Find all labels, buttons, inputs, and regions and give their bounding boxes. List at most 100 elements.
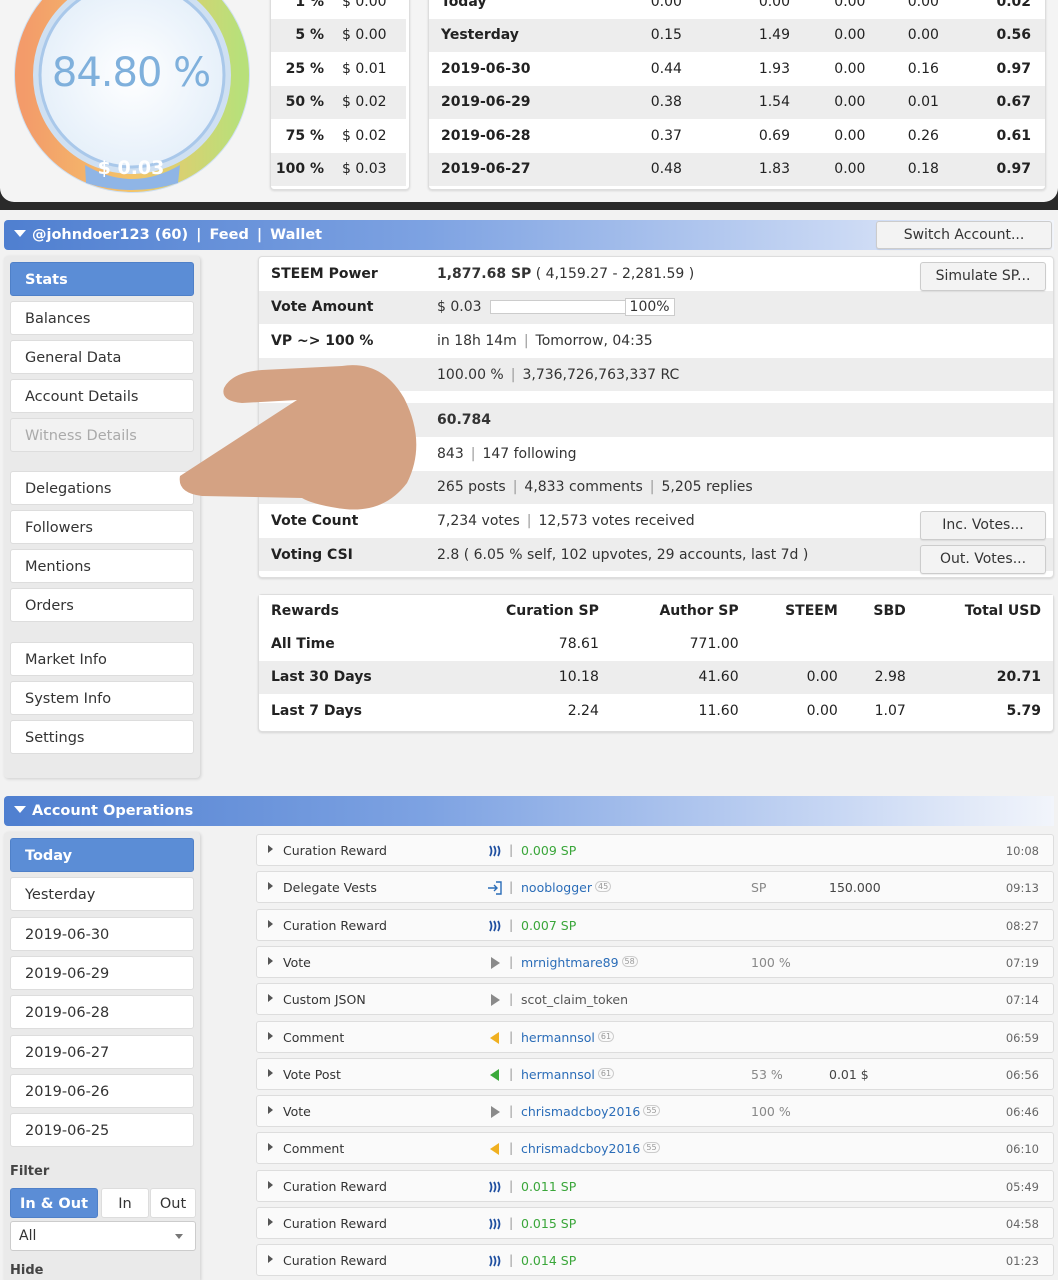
operation-time: 07:14 xyxy=(1005,993,1039,1008)
daily-total: 0.56 xyxy=(938,18,1045,52)
ops-day-2019-06-30[interactable]: 2019-06-30 xyxy=(10,916,194,951)
daily-row: 2019-06-28 0.37 0.69 0.00 0.26 0.61 xyxy=(429,119,1045,153)
expand-arrow-icon[interactable] xyxy=(268,882,273,891)
operation-row[interactable]: Vote | chrismadcboy2016 55 100 % 06:46 xyxy=(256,1095,1054,1128)
operation-row[interactable]: Curation Reward | 0.009 SP 10:08 xyxy=(256,834,1054,866)
operation-value[interactable]: hermannsol 61 xyxy=(521,1030,615,1045)
expand-arrow-icon[interactable] xyxy=(268,1106,273,1115)
daily-c3: 0.00 xyxy=(834,0,866,10)
operation-row[interactable]: Curation Reward | 0.011 SP 05:49 xyxy=(256,1169,1054,1202)
operation-value[interactable]: chrismadcboy2016 55 xyxy=(521,1141,660,1156)
wallet-link[interactable]: Wallet xyxy=(270,227,322,243)
vote-percent: 100 % xyxy=(271,152,336,186)
vote-amount-percent: 100% xyxy=(624,298,675,317)
vote-amount-slider[interactable] xyxy=(489,300,626,315)
daily-earnings-table: Today 0.00 0.00 0.00 0.00 0.02 Yesterday … xyxy=(428,0,1046,190)
ops-day-2019-06-25[interactable]: 2019-06-25 xyxy=(10,1113,194,1148)
rewards-header: STEEM xyxy=(750,595,850,627)
operation-value[interactable]: nooblogger 45 xyxy=(521,880,612,895)
rewards-cell: 10.18 xyxy=(450,660,611,694)
expand-arrow-icon[interactable] xyxy=(268,1143,273,1152)
operation-time: 09:13 xyxy=(1005,881,1039,896)
sidebar-item-mentions[interactable]: Mentions xyxy=(10,549,194,583)
inc-votes-button[interactable]: Inc. Votes... xyxy=(920,511,1046,540)
filter-in-button[interactable]: In xyxy=(101,1188,149,1218)
sp-label: STEEM Power xyxy=(271,265,378,282)
ops-day-2019-06-28[interactable]: 2019-06-28 xyxy=(10,995,194,1030)
operation-row[interactable]: Curation Reward | 0.014 SP 01:23 xyxy=(256,1244,1054,1277)
expand-arrow-icon[interactable] xyxy=(268,1255,273,1264)
rewards-header: Curation SP xyxy=(450,595,611,627)
operation-row[interactable]: Curation Reward | 0.007 SP 08:27 xyxy=(256,908,1054,941)
filter-in-out-button[interactable]: In & Out xyxy=(10,1188,98,1218)
steem-icon xyxy=(487,843,503,859)
daily-total: 0.02 xyxy=(996,0,1031,10)
operation-time: 01:23 xyxy=(1005,1254,1039,1269)
operation-value[interactable]: hermannsol 61 xyxy=(521,1067,615,1082)
sidebar-item-market-info[interactable]: Market Info xyxy=(10,642,194,676)
out-votes-button[interactable]: Out. Votes... xyxy=(920,545,1046,574)
collapse-triangle-icon[interactable] xyxy=(14,806,26,813)
feed-link[interactable]: Feed xyxy=(209,227,248,243)
operation-row[interactable]: Custom JSON | scot_claim_token 07:14 xyxy=(256,983,1054,1016)
comment-yellow-icon xyxy=(487,1030,503,1046)
switch-account-button[interactable]: Switch Account... xyxy=(876,221,1052,249)
sidebar-item-orders[interactable]: Orders xyxy=(10,588,194,622)
expand-arrow-icon[interactable] xyxy=(268,919,273,928)
sidebar-item-followers[interactable]: Followers xyxy=(10,510,194,544)
ops-day-yesterday[interactable]: Yesterday xyxy=(10,877,194,912)
sidebar-item-general-data[interactable]: General Data xyxy=(10,340,194,374)
rewards-header: SBD xyxy=(849,595,918,627)
operation-value[interactable]: mrnightmare89 58 xyxy=(521,955,638,970)
sidebar-item-account-details[interactable]: Account Details xyxy=(10,379,194,413)
operation-row[interactable]: Comment | chrismadcboy2016 55 06:10 xyxy=(256,1132,1054,1165)
expand-arrow-icon[interactable] xyxy=(268,994,273,1003)
vp-when: Tomorrow, 04:35 xyxy=(535,332,653,349)
ops-day-2019-06-27[interactable]: 2019-06-27 xyxy=(10,1034,194,1069)
expand-arrow-icon[interactable] xyxy=(268,845,273,853)
sidebar-item-balances[interactable]: Balances xyxy=(10,301,194,335)
followers-value[interactable]: 843 xyxy=(437,446,464,462)
expand-arrow-icon[interactable] xyxy=(268,956,273,965)
operation-time: 05:49 xyxy=(1005,1179,1039,1194)
sidebar-item-system-info[interactable]: System Info xyxy=(10,681,194,715)
sidebar-item-stats[interactable]: Stats xyxy=(10,262,194,296)
votes-value: 7,234 votes xyxy=(437,512,520,529)
vote-value-row: 75 % $ 0.02 xyxy=(271,119,406,153)
operation-row[interactable]: Comment | hermannsol 61 06:59 xyxy=(256,1020,1054,1053)
operation-row[interactable]: Curation Reward | 0.015 SP 04:58 xyxy=(256,1207,1054,1239)
rewards-header: Total USD xyxy=(917,595,1053,627)
daily-c1: 0.44 xyxy=(650,60,682,77)
expand-arrow-icon[interactable] xyxy=(268,1180,273,1189)
sidebar-item-settings[interactable]: Settings xyxy=(10,720,194,754)
operation-row[interactable]: Delegate Vests | nooblogger 45 SP 150.000… xyxy=(256,871,1054,904)
daily-c3: 0.00 xyxy=(834,60,866,77)
operation-value: scot_claim_token xyxy=(521,992,629,1008)
vote-value-row: 1 % $ 0.00 xyxy=(271,0,406,19)
ops-day-2019-06-26[interactable]: 2019-06-26 xyxy=(10,1073,194,1108)
gauge-percent: 84.80 % xyxy=(51,50,211,96)
operation-type-select[interactable]: All xyxy=(10,1221,196,1251)
sidebar-item-witness-details[interactable]: Witness Details xyxy=(10,418,194,452)
filter-out-button[interactable]: Out xyxy=(150,1188,196,1218)
sidebar-item-delegations[interactable]: Delegations xyxy=(10,471,194,505)
account-link[interactable]: @johndoer123 (60) xyxy=(32,227,188,243)
simulate-sp-button[interactable]: Simulate SP... xyxy=(920,262,1046,291)
expand-arrow-icon[interactable] xyxy=(268,1218,273,1226)
replies-value: 5,205 replies xyxy=(661,479,753,496)
following-value[interactable]: 147 following xyxy=(482,446,576,462)
expand-arrow-icon[interactable] xyxy=(268,1031,273,1040)
vote-usd: $ 0.02 xyxy=(336,85,406,119)
operation-row[interactable]: Vote | mrnightmare89 58 100 % 07:19 xyxy=(256,945,1054,978)
expand-arrow-icon[interactable] xyxy=(268,1068,273,1077)
operation-col1: 100 % xyxy=(751,1104,791,1120)
collapse-triangle-icon[interactable] xyxy=(14,230,26,237)
daily-c4: 0.18 xyxy=(865,152,939,186)
vp-time: in 18h 14m xyxy=(437,332,517,349)
ops-day-today[interactable]: Today xyxy=(10,838,194,872)
operation-value[interactable]: chrismadcboy2016 55 xyxy=(521,1104,660,1119)
ops-day-2019-06-29[interactable]: 2019-06-29 xyxy=(10,955,194,990)
operation-row[interactable]: Vote Post | hermannsol 61 53 % 0.01 $ 06:… xyxy=(256,1057,1054,1090)
daily-date: 2019-06-29 xyxy=(429,85,570,119)
rewards-cell: 0.00 xyxy=(806,702,838,719)
